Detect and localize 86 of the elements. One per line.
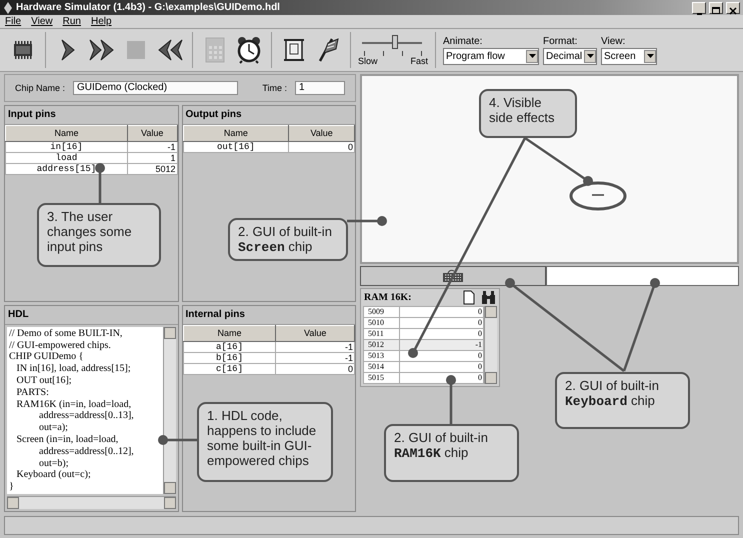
table-cell: a[16] bbox=[183, 341, 276, 352]
scrollbar[interactable] bbox=[162, 326, 176, 494]
minimize-button[interactable] bbox=[692, 2, 706, 14]
table-cell: 0 bbox=[276, 363, 354, 374]
close-button[interactable] bbox=[726, 2, 740, 14]
caret-icon bbox=[528, 54, 536, 58]
panel-title: RAM 16K: bbox=[364, 292, 412, 303]
maximize-icon bbox=[712, 6, 720, 15]
caret-icon bbox=[646, 54, 654, 58]
dropdown-label: Format: bbox=[543, 36, 578, 47]
leader-line bbox=[95, 163, 105, 203]
time-field[interactable]: 1 bbox=[295, 80, 345, 95]
leader-line bbox=[347, 216, 387, 226]
document-icon[interactable] bbox=[463, 290, 475, 305]
callout-box: 2. GUI of built-in RAM16K chip bbox=[384, 424, 519, 482]
keyboard-field[interactable] bbox=[546, 266, 739, 286]
panel-title: HDL bbox=[5, 306, 178, 325]
table-cell: out[16] bbox=[183, 141, 289, 152]
menu-item[interactable]: View bbox=[31, 16, 53, 28]
menu-item[interactable]: Run bbox=[62, 16, 81, 28]
keyboard-icon bbox=[442, 268, 464, 283]
table-cell: b[16] bbox=[183, 352, 276, 364]
scrollbar[interactable] bbox=[484, 306, 497, 384]
callout-box: 3. The user changes some input pins bbox=[37, 203, 161, 267]
ram-row[interactable]: 5010 0 bbox=[364, 317, 484, 328]
scrollbar[interactable] bbox=[7, 496, 176, 510]
menu-item[interactable]: File bbox=[5, 16, 22, 28]
step-icon bbox=[60, 39, 76, 62]
callout-box: 1. HDL code, happens to include some built-in GUI-empowered chips bbox=[197, 402, 333, 482]
field-label: Chip Name : bbox=[15, 82, 66, 93]
rewind-icon bbox=[157, 39, 183, 62]
chip-name-field[interactable]: GUIDemo (Clocked) bbox=[73, 80, 238, 95]
leader-line bbox=[446, 375, 456, 424]
column-header: Value bbox=[127, 125, 177, 142]
keyboard-button[interactable] bbox=[360, 266, 546, 286]
table-cell: -1 bbox=[276, 341, 354, 352]
ram-row[interactable]: 5011 0 bbox=[364, 328, 484, 340]
callout-box: 2. GUI of built-in Screen chip bbox=[228, 218, 348, 261]
callout-box: 4. Visible side effects bbox=[479, 89, 577, 138]
leader-line bbox=[158, 435, 197, 445]
callout-box: 2. GUI of built-in Keyboard chip bbox=[555, 372, 690, 429]
dropdown-label: View: bbox=[601, 36, 626, 47]
binoculars-icon[interactable] bbox=[481, 290, 496, 304]
ram-row[interactable]: 5012 -1 bbox=[364, 339, 484, 350]
minimize-icon bbox=[696, 12, 702, 15]
alarm-clock-icon bbox=[236, 36, 262, 64]
ram-row[interactable]: 5013 0 bbox=[364, 350, 484, 362]
ram-row[interactable]: 5009 0 bbox=[364, 306, 484, 318]
table-cell: 0 bbox=[400, 361, 484, 372]
table-cell: c[16] bbox=[183, 363, 276, 374]
column-header: Value bbox=[288, 125, 354, 142]
table-cell: load bbox=[6, 152, 128, 164]
close-icon bbox=[729, 6, 737, 15]
ram-row[interactable]: 5014 0 bbox=[364, 361, 484, 372]
ram-row[interactable]: 5015 0 bbox=[364, 372, 484, 384]
scroll-icon bbox=[283, 38, 305, 62]
table-cell: 5012 bbox=[364, 339, 400, 350]
flag-icon bbox=[316, 37, 340, 64]
dropdown[interactable]: Program flow bbox=[443, 48, 539, 65]
calculator-icon bbox=[205, 37, 225, 64]
slider-label: Slow bbox=[358, 56, 378, 66]
caret-icon bbox=[586, 54, 594, 58]
table-cell: in[16] bbox=[6, 141, 128, 152]
table-cell: 5014 bbox=[364, 361, 400, 372]
chip-icon bbox=[11, 41, 35, 60]
window-title: Hardware Simulator (1.4b3) - G:\examples\GUIDemo.hdl bbox=[16, 2, 281, 14]
table-cell: 5015 bbox=[364, 372, 400, 384]
fast-forward-icon bbox=[89, 39, 115, 62]
table-cell: 5009 bbox=[364, 306, 400, 318]
table-cell: 5013 bbox=[364, 350, 400, 362]
field-label: Time : bbox=[262, 82, 287, 93]
table-cell: -1 bbox=[276, 352, 354, 364]
maximize-button[interactable] bbox=[709, 2, 723, 14]
column-header: Value bbox=[276, 325, 354, 342]
column-header: Name bbox=[183, 125, 289, 142]
column-header: Name bbox=[6, 125, 128, 142]
slider-label: Fast bbox=[410, 56, 428, 66]
dropdown[interactable]: Screen bbox=[601, 48, 657, 65]
table-cell: 5011 bbox=[364, 328, 400, 340]
dropdown[interactable]: Decimal bbox=[543, 48, 597, 65]
stop-icon bbox=[127, 41, 145, 60]
table-cell: 5010 bbox=[364, 317, 400, 328]
column-header: Name bbox=[183, 325, 276, 342]
hdl-code: // Demo of some BUILT-IN, // GUI-empowered chips. CHIP GUIDemo { IN in[16], load, address[15]; OUT out[16]; PARTS: RAM16K (in=in, load=load, address=address[0..13], out=a); Screen (in=in, load=load, address=address[0..12], out=b); Keyboard (out=c); } bbox=[7, 326, 162, 494]
dropdown-label: Animate: bbox=[443, 36, 484, 47]
menu-item[interactable]: Help bbox=[90, 16, 112, 28]
